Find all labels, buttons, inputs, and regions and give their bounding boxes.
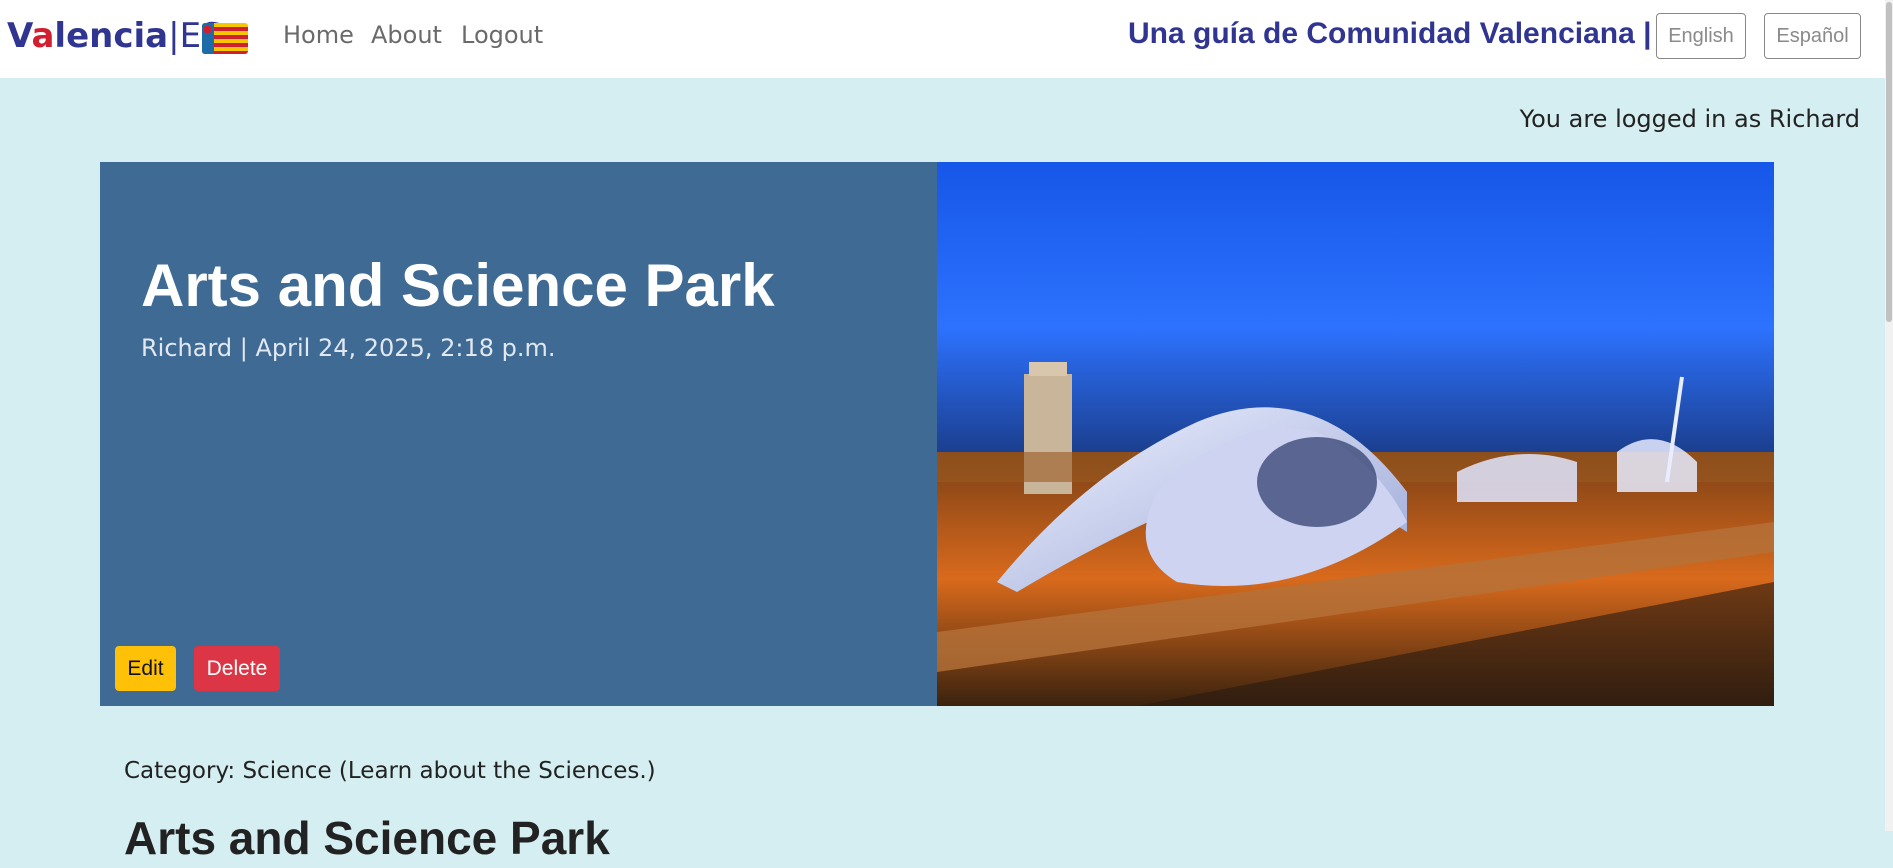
post-meta: Richard | April 24, 2025, 2:18 p.m. bbox=[141, 334, 556, 362]
language-english-button[interactable]: English bbox=[1656, 13, 1746, 59]
arts-science-park-illustration bbox=[937, 162, 1774, 706]
login-status: You are logged in as Richard bbox=[1519, 105, 1860, 133]
post-image bbox=[937, 162, 1774, 706]
post-content-title: Arts and Science Park bbox=[124, 812, 610, 864]
nav-logout-link[interactable]: Logout bbox=[461, 19, 543, 51]
page-scrollbar[interactable] bbox=[1885, 0, 1893, 831]
site-tagline: Una guía de Comunidad Valenciana | bbox=[1128, 17, 1652, 50]
nav-about-link[interactable]: About bbox=[371, 19, 442, 51]
post-hero-panel: Arts and Science Park Richard | April 24… bbox=[100, 162, 937, 706]
language-spanish-button[interactable]: Español bbox=[1764, 13, 1861, 59]
scrollbar-thumb[interactable] bbox=[1886, 2, 1892, 322]
brand-separator: | bbox=[168, 16, 180, 56]
post-category: Category: Science (Learn about the Scien… bbox=[124, 758, 656, 784]
edit-button[interactable]: Edit bbox=[115, 646, 176, 691]
navbar: Valencia|ES Home About Logout Una guía d… bbox=[0, 0, 1893, 78]
valencia-flag-icon bbox=[202, 23, 248, 54]
delete-button[interactable]: Delete bbox=[194, 646, 280, 691]
brand-logo[interactable]: Valencia|ES bbox=[7, 14, 223, 58]
brand-name: Valencia bbox=[7, 16, 169, 56]
post-title: Arts and Science Park bbox=[141, 252, 775, 319]
nav-home-link[interactable]: Home bbox=[283, 19, 354, 51]
